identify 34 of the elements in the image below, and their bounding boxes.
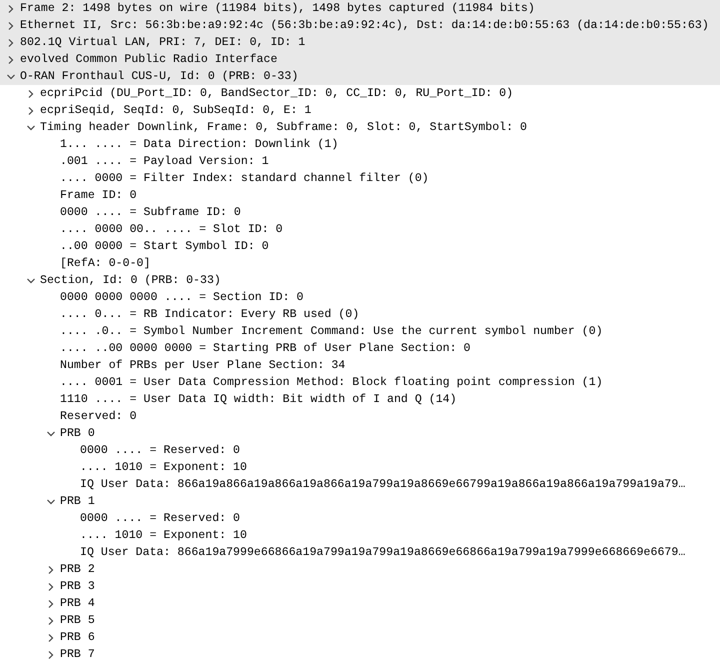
tree-item-label[interactable]: PRB 5 (60, 614, 95, 627)
tree-item-label[interactable]: .... .0.. = Symbol Number Increment Command: Use the current symbol number (0) (60, 325, 603, 338)
tree-item-label[interactable]: Section, Id: 0 (PRB: 0-33) (40, 274, 221, 287)
tree-item-label[interactable]: ecpriPcid (DU_Port_ID: 0, BandSector_ID: 0, CC_ID: 0, RU_Port_ID: 0) (40, 87, 514, 100)
tree-item-label[interactable]: PRB 3 (60, 580, 95, 593)
tree-item-label[interactable]: .... ..00 0000 0000 = Starting PRB of User Plane Section: 0 (60, 342, 470, 355)
tree-item-label[interactable]: .... 1010 = Exponent: 10 (80, 529, 247, 542)
tree-item-label[interactable]: PRB 7 (60, 648, 95, 661)
tree-item-label[interactable]: ..00 0000 = Start Symbol ID: 0 (60, 240, 269, 253)
tree-item-label[interactable]: Timing header Downlink, Frame: 0, Subframe: 0, Slot: 0, StartSymbol: 0 (40, 121, 528, 134)
tree-item-label[interactable]: IQ User Data: 866a19a866a19a866a19a866a19a799a19a8669e66799a19a866a19a866a19a799a19a79… (80, 478, 686, 491)
tree-item-label[interactable]: .... 0000 00.. .... = Slot ID: 0 (60, 223, 283, 236)
tree-item-label[interactable]: 0000 .... = Reserved: 0 (80, 444, 240, 457)
tree-item-label[interactable]: .... 0000 = Filter Index: standard channel filter (0) (60, 172, 429, 185)
tree-item-label[interactable]: 1... .... = Data Direction: Downlink (1) (60, 138, 338, 151)
tree-item-label[interactable]: .001 .... = Payload Version: 1 (60, 155, 269, 168)
tree-item-label[interactable]: ecpriSeqid, SeqId: 0, SubSeqId: 0, E: 1 (40, 104, 312, 117)
tree-item-label[interactable]: .... 1010 = Exponent: 10 (80, 461, 247, 474)
tree-item-label[interactable]: 0000 .... = Subframe ID: 0 (60, 206, 241, 219)
tree-item-label[interactable]: Number of PRBs per User Plane Section: 34 (60, 359, 346, 372)
tree-item-label[interactable]: 0000 0000 0000 .... = Section ID: 0 (60, 291, 304, 304)
tree-item-label[interactable]: PRB 6 (60, 631, 95, 644)
tree-item-label[interactable]: Reserved: 0 (60, 410, 137, 423)
tree-item-label[interactable]: PRB 2 (60, 563, 95, 576)
tree-item-label[interactable]: PRB 4 (60, 597, 95, 610)
tree-item-label[interactable]: 0000 .... = Reserved: 0 (80, 512, 240, 525)
tree-item-label[interactable]: 1110 .... = User Data IQ width: Bit width of I and Q (14) (60, 393, 457, 406)
tree-item-label[interactable]: PRB 1 (60, 495, 95, 508)
tree-item-label[interactable]: Frame ID: 0 (60, 189, 137, 202)
tree-item-label[interactable]: [RefA: 0-0-0] (60, 257, 150, 270)
tree-item-label[interactable]: .... 0001 = User Data Compression Method: Block floating point compression (1) (60, 376, 603, 389)
tree-item-label[interactable]: PRB 0 (60, 427, 95, 440)
tree-item-label[interactable]: .... 0... = RB Indicator: Every RB used (0) (60, 308, 360, 321)
tree-item-label[interactable]: IQ User Data: 866a19a7999e66866a19a799a19a799a19a8669e66866a19a799a19a7999e668669e6679… (80, 546, 686, 559)
